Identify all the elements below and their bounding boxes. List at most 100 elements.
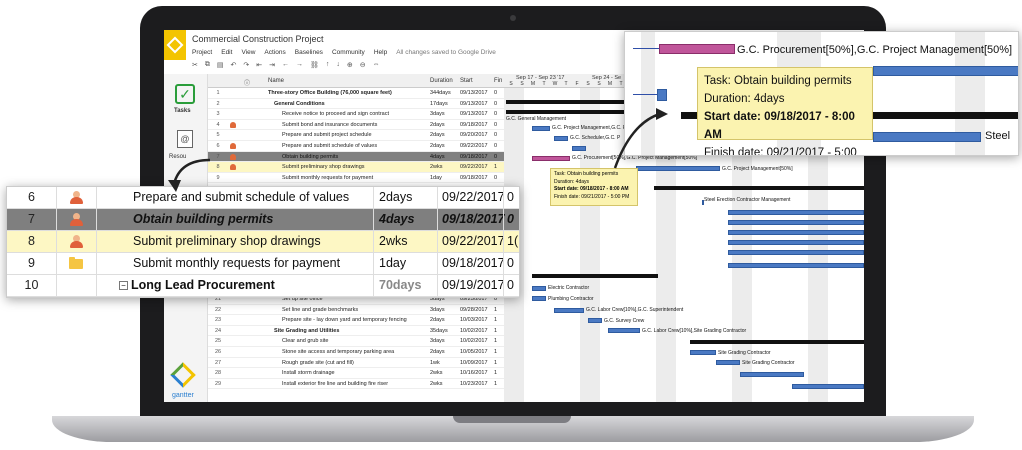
task-bar[interactable] <box>792 384 864 389</box>
table-row[interactable]: 9 Submit monthly requests for payment 1day… <box>208 173 504 184</box>
zoom-table-row[interactable]: 10 − Long Lead Procurement 70days 09/19/2017… <box>7 275 519 297</box>
task-bar[interactable] <box>728 240 864 245</box>
task-finish: 1 <box>494 306 498 313</box>
task-bar[interactable] <box>554 308 584 313</box>
resource-label: Site Grading Contractor <box>742 360 795 366</box>
task-bar[interactable] <box>728 230 864 235</box>
indent-icon[interactable]: ⇤ <box>256 61 262 73</box>
task-bar[interactable] <box>716 360 740 365</box>
task-bar[interactable] <box>572 146 586 151</box>
task-duration: 2days <box>430 121 445 128</box>
task-bar[interactable] <box>532 296 546 301</box>
menu-community[interactable]: Community <box>332 49 365 59</box>
table-row[interactable]: 7 Obtain building permits 4days 09/18/2017 0 <box>208 151 504 163</box>
task-bar[interactable] <box>636 166 720 171</box>
task-bar[interactable] <box>554 136 568 141</box>
task-bar[interactable] <box>532 126 550 131</box>
task-bar[interactable] <box>532 286 546 291</box>
paste-icon[interactable]: ▤ <box>217 61 224 73</box>
task-bar[interactable] <box>873 66 1018 76</box>
task-bar-selected[interactable] <box>532 156 570 161</box>
arrow-left-icon[interactable]: ← <box>282 61 289 73</box>
menu-help[interactable]: Help <box>374 49 387 59</box>
task-finish: 1 <box>494 370 498 377</box>
milestone[interactable] <box>702 200 704 205</box>
table-row[interactable]: 22 Set line and grade benchmarks 3days 09/2… <box>208 305 504 316</box>
table-row[interactable]: 5 Prepare and submit project schedule 2day… <box>208 130 504 141</box>
table-row[interactable]: 1 Three-story Office Building (76,000 squ… <box>208 88 504 99</box>
undo-icon[interactable]: ↶ <box>231 61 237 73</box>
task-bar[interactable] <box>588 318 602 323</box>
zoom-table-row[interactable]: 6 Prepare and submit schedule of values 2d… <box>7 187 519 209</box>
menu-baselines[interactable]: Baselines <box>295 49 323 59</box>
table-row[interactable]: 23 Prepare site - lay down yard and tempo… <box>208 315 504 326</box>
collapse-icon[interactable]: − <box>119 281 128 290</box>
col-name[interactable]: Name <box>268 78 284 84</box>
task-bar[interactable] <box>728 250 864 255</box>
task-name-cell: − Long Lead Procurement <box>119 275 275 296</box>
table-row[interactable]: 26 Stone site access and temporary parkin… <box>208 347 504 358</box>
sidebar-item-tasks[interactable]: Tasks <box>174 108 191 114</box>
col-duration[interactable]: Duration <box>430 78 453 84</box>
table-row[interactable]: 3 Receive notice to proceed and sign cont… <box>208 109 504 120</box>
task-name: Obtain building permits <box>282 153 339 160</box>
resource-label: Site Grading Contractor <box>718 350 771 356</box>
col-finish[interactable]: Fin <box>494 78 502 84</box>
day-label: T <box>564 81 568 87</box>
table-row[interactable]: 6 Prepare and submit schedule of values 2d… <box>208 141 504 152</box>
move-up-icon[interactable]: ↑ <box>326 61 330 73</box>
move-down-icon[interactable]: ↓ <box>336 61 340 73</box>
table-row[interactable]: 24 Site Grading and Utilities 35days 10/02/… <box>208 326 504 337</box>
task-bar-selected[interactable] <box>659 44 735 54</box>
task-bar[interactable] <box>728 220 864 225</box>
task-duration: 2wks <box>430 370 443 377</box>
task-bar[interactable] <box>608 328 640 333</box>
cut-icon[interactable]: ✂ <box>192 61 198 73</box>
scroll-to-task-icon[interactable]: ⇔ <box>373 61 380 73</box>
summary-bar[interactable] <box>654 186 864 190</box>
link-icon[interactable]: ⛓ <box>310 61 319 73</box>
table-row[interactable]: 8 Submit preliminary shop drawings 2wks 09/… <box>208 162 504 173</box>
zoom-table-row[interactable]: 7 Obtain building permits 4days 09/18/2017 0 <box>7 209 519 231</box>
task-bar[interactable] <box>873 132 981 142</box>
row-number: 28 <box>214 370 222 377</box>
zoom-table-row[interactable]: 8 Submit preliminary shop drawings 2wks 09/… <box>7 231 519 253</box>
menu-project[interactable]: Project <box>192 49 212 59</box>
app-logo[interactable] <box>164 30 186 60</box>
task-bar[interactable] <box>740 372 804 377</box>
zoom-table-row[interactable]: 9 Submit monthly requests for payment 1day… <box>7 253 519 275</box>
day-label: M <box>607 81 613 87</box>
table-row[interactable]: 28 Install storm drainage 2wks 10/16/2017 1 <box>208 368 504 379</box>
menu-view[interactable]: View <box>241 49 255 59</box>
resources-icon[interactable]: @ <box>177 130 193 148</box>
copy-icon[interactable]: ⧉ <box>205 61 210 73</box>
sidebar-item-resources[interactable]: Resou <box>169 154 186 160</box>
table-row[interactable]: 2 General Conditions 17days 09/13/2017 0 <box>208 99 504 110</box>
table-row[interactable]: 27 Rough grade site (cut and fill) 1wk 10/0… <box>208 358 504 369</box>
task-bar[interactable] <box>690 350 716 355</box>
table-row[interactable]: 25 Clear and grub site 3days 10/02/2017 1 <box>208 336 504 347</box>
arrow-right-icon[interactable]: → <box>296 61 303 73</box>
task-bar[interactable] <box>657 89 667 101</box>
menu-edit[interactable]: Edit <box>221 49 232 59</box>
row-number: 7 <box>216 153 220 160</box>
zoom-out-icon[interactable]: ⊖ <box>360 61 366 73</box>
zoom-in-icon[interactable]: ⊕ <box>347 61 353 73</box>
redo-icon[interactable]: ↷ <box>243 61 249 73</box>
task-bar[interactable] <box>728 263 864 268</box>
menu-actions[interactable]: Actions <box>264 49 285 59</box>
task-duration: 2wks <box>373 231 437 252</box>
col-start[interactable]: Start <box>460 78 473 84</box>
tasks-icon[interactable]: ✓ <box>175 84 195 104</box>
task-start: 09/18/2017 <box>460 174 488 181</box>
table-row[interactable]: 29 Install exterior fire line and buildin… <box>208 379 504 390</box>
task-bar[interactable] <box>728 210 864 215</box>
task-duration: 2days <box>430 317 445 324</box>
task-duration: 70days <box>373 275 437 296</box>
outdent-icon[interactable]: ⇥ <box>269 61 275 73</box>
summary-bar[interactable] <box>532 274 658 278</box>
table-row[interactable]: 4 Submit bond and insurance documents 2day… <box>208 120 504 131</box>
project-title[interactable]: Commercial Construction Project <box>192 34 324 44</box>
task-start: 09/22/2017 <box>437 187 505 208</box>
summary-bar[interactable] <box>690 340 864 344</box>
